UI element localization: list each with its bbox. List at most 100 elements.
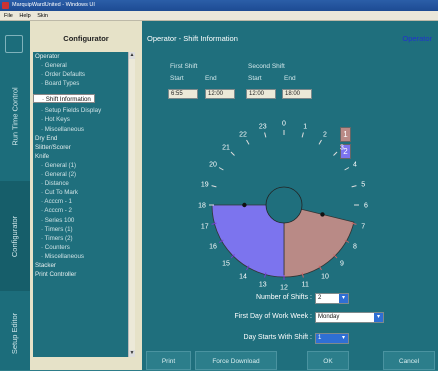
hour-label: 19 (201, 181, 209, 188)
tab-configurator[interactable]: Configurator (0, 181, 30, 291)
chevron-down-icon[interactable]: ▾ (374, 313, 383, 322)
tree-item[interactable]: · Acccm - 2 (33, 206, 128, 215)
hour-tick (230, 151, 235, 156)
shift-1-handle[interactable] (320, 212, 325, 217)
hour-label: 8 (353, 244, 357, 251)
tree-scrollbar[interactable]: ▲ ▼ (128, 52, 135, 357)
tree-item[interactable]: Print Controller (33, 270, 128, 279)
hour-tick (318, 139, 322, 145)
tree-item[interactable]: · Timers (2) (33, 234, 128, 243)
cancel-button[interactable]: Cancel (383, 351, 435, 370)
tree-item[interactable]: · Order Defaults (33, 70, 128, 79)
hour-tick (333, 151, 338, 156)
hour-label: 12 (280, 285, 288, 292)
hour-tick (211, 185, 217, 188)
panel-pin-icon[interactable] (5, 35, 23, 53)
hour-label: 22 (239, 131, 247, 138)
hour-label: 23 (259, 123, 267, 130)
hour-tick (301, 132, 304, 138)
second-start-label: Start (248, 75, 262, 82)
tree-item[interactable]: · Acccm - 1 (33, 197, 128, 206)
clock-hub (265, 186, 303, 224)
hour-label: 20 (209, 162, 217, 169)
tree-item[interactable]: · Counters (33, 243, 128, 252)
tree-item[interactable]: · Board Types (33, 79, 128, 88)
chevron-down-icon[interactable]: ▾ (339, 334, 348, 343)
chevron-down-icon[interactable]: ▾ (339, 294, 348, 303)
tree-item[interactable]: Slitter/Scorer (33, 143, 128, 152)
app-icon (2, 2, 9, 9)
tree-item[interactable]: · Distance (33, 179, 128, 188)
vertical-tabs: Run Time Control Configurator Setup Edit… (0, 21, 30, 370)
hour-label: 2 (323, 131, 327, 138)
tree-item[interactable]: Stacker (33, 261, 128, 270)
hour-tick (218, 167, 224, 171)
tree-item[interactable]: · Shift Information (33, 94, 95, 104)
second-end-field[interactable]: 18:00 (282, 89, 312, 99)
operator-badge: Operator (402, 34, 432, 43)
hour-label: 15 (222, 260, 230, 267)
hour-label: 7 (361, 224, 365, 231)
tree-item[interactable]: Dry End (33, 134, 128, 143)
main-panel: Operator - Shift Information Operator Fi… (142, 21, 438, 370)
first-end-label: End (205, 75, 217, 82)
hour-label: 16 (209, 244, 217, 251)
second-start-field[interactable]: 12:00 (246, 89, 276, 99)
hour-label: 21 (222, 145, 230, 152)
hour-tick (344, 167, 350, 171)
configurator-header: Configurator (63, 34, 109, 43)
tree-item[interactable]: Knife (33, 152, 128, 161)
tree-item[interactable]: · Cut To Mark (33, 188, 128, 197)
hour-label: 14 (239, 274, 247, 281)
title-bar: MarquipWardUnited - Windows UI (0, 0, 438, 11)
first-day-select[interactable]: Monday ▾ (315, 312, 384, 323)
hour-label: 6 (364, 203, 368, 210)
tree-item[interactable]: · Timers (1) (33, 225, 128, 234)
tree-item[interactable]: · Hot Keys (33, 115, 128, 124)
tree-item[interactable]: · Miscellaneous (33, 125, 128, 134)
menu-skin[interactable]: Skin (37, 13, 48, 19)
shift-2-handle[interactable] (242, 202, 247, 208)
tree-item[interactable]: · Series 100 (33, 216, 128, 225)
scroll-up-icon[interactable]: ▲ (129, 52, 135, 59)
tree-item[interactable]: · General (2) (33, 170, 128, 179)
first-day-label: First Day of Work Week : (234, 313, 312, 320)
first-shift-label: First Shift (170, 63, 198, 70)
hour-label: 11 (302, 282, 309, 289)
ok-button[interactable]: OK (307, 351, 349, 370)
print-button[interactable]: Print (146, 351, 191, 370)
tree-item[interactable]: · General (33, 61, 128, 70)
first-start-field[interactable]: 6:55 (168, 89, 198, 99)
menu-file[interactable]: File (4, 13, 13, 19)
hour-label: 18 (198, 203, 206, 210)
page-title: Operator - Shift Information Operator (142, 28, 438, 49)
num-shifts-select[interactable]: 2 ▾ (315, 293, 349, 304)
hour-label: 10 (321, 274, 329, 281)
menu-bar: File Help Skin (0, 11, 438, 21)
tree-item[interactable]: Operator (33, 52, 128, 61)
first-start-label: Start (170, 75, 184, 82)
second-end-label: End (284, 75, 296, 82)
shift-clock[interactable]: 0 1234567891011121314151617181920212223 (162, 113, 412, 293)
hour-label: 0 (282, 121, 286, 128)
day-starts-select[interactable]: 1 ▾ (315, 333, 349, 344)
scroll-down-icon[interactable]: ▼ (129, 350, 135, 357)
config-tree[interactable]: Operator · General · Order Defaults · Board… (33, 52, 128, 357)
hour-label: 4 (353, 162, 357, 169)
hour-tick (351, 185, 357, 188)
force-download-button[interactable]: Force Download (195, 351, 277, 370)
hour-tick (246, 139, 250, 145)
tab-setup-editor[interactable]: Setup Editor (0, 296, 30, 370)
second-shift-label: Second Shift (248, 63, 285, 70)
day-starts-label: Day Starts With Shift : (243, 334, 312, 341)
tree-item[interactable]: · Setup Fields Display (33, 106, 128, 115)
tab-run-time-control[interactable]: Run Time Control (0, 61, 30, 171)
tree-item[interactable]: · Miscellaneous (33, 252, 128, 261)
window-title: MarquipWardUnited - Windows UI (12, 2, 95, 8)
application-window: MarquipWardUnited - Windows UI File Help… (0, 0, 438, 370)
num-shifts-label: Number of Shifts : (255, 294, 312, 301)
first-end-field[interactable]: 12:00 (205, 89, 235, 99)
hour-label: 9 (340, 260, 344, 267)
tree-item[interactable]: · General (1) (33, 161, 128, 170)
menu-help[interactable]: Help (19, 13, 30, 19)
